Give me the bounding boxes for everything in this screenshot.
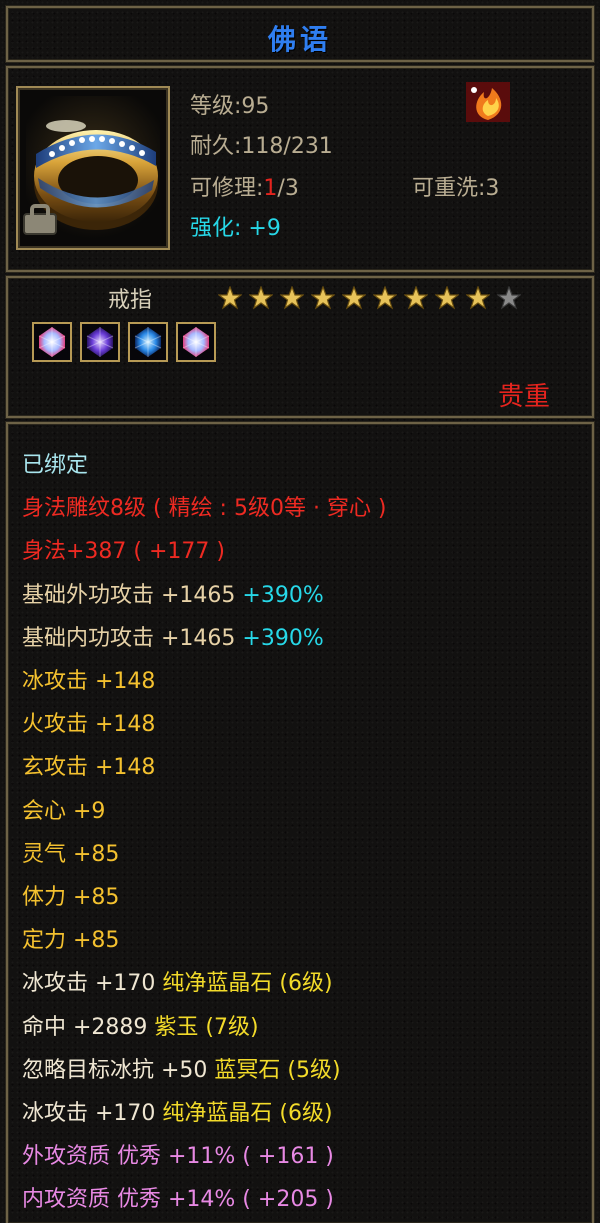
star-empty-icon [497, 286, 521, 310]
attribute-row: 冰攻击 +170 纯净蓝晶石 (6级) [22, 964, 333, 1004]
attribute-text: 会心 +9 [22, 798, 106, 824]
attribute-text: 玄攻击 +148 [22, 755, 156, 781]
rarity-label: 贵重 [498, 382, 551, 412]
attribute-row: 冰攻击 +170 纯净蓝晶石 (6级) [22, 1094, 333, 1134]
attribute-text: 外攻资质 优秀 +11% ( +161 ) [22, 1144, 334, 1170]
attribute-row: 内攻资质 优秀 +14% ( +205 ) [22, 1180, 334, 1220]
attribute-row: 身法雕纹8级 ( 精绘 : 5级0等 · 穿心 ) [22, 489, 387, 529]
attribute-text: 忽略目标冰抗 +50 [22, 1057, 215, 1083]
attribute-text: 基础外功攻击 +1465 [22, 582, 243, 608]
attribute-row: 玄攻击 +148 [22, 748, 155, 788]
attribute-text: +390% [242, 625, 324, 651]
star-filled-icon [466, 286, 490, 310]
item-title: 佛语 [267, 23, 332, 56]
attribute-row: 冰攻击 +148 [22, 662, 155, 702]
attribute-text: 命中 +2889 [22, 1014, 155, 1040]
item-type: 戒指 [108, 288, 153, 313]
attribute-text: 已绑定 [22, 453, 89, 478]
attribute-row: 外攻资质 优秀 +11% ( +161 ) [22, 1137, 334, 1177]
attribute-text: 内攻资质 优秀 +14% ( +205 ) [22, 1187, 334, 1213]
attribute-text: 纯净蓝晶石 (6级) [162, 1101, 333, 1126]
star-filled-icon [373, 286, 397, 310]
attribute-row: 灵气 +85 [22, 835, 119, 875]
item-level: 等级:95 [190, 94, 270, 119]
attribute-row: 会心 +9 [22, 792, 105, 832]
star-filled-icon [435, 286, 459, 310]
attribute-row: 身法+387 ( +177 ) [22, 532, 225, 572]
attribute-text: 火攻击 +148 [22, 712, 156, 738]
item-enhance: 强化: +9 [190, 210, 281, 242]
enhance-value: +9 [248, 216, 281, 241]
repair-label: 可修理: [190, 176, 264, 201]
gem-crystal-icon [32, 322, 72, 362]
attribute-row: 已绑定 [22, 446, 88, 486]
attribute-text: 体力 +85 [22, 885, 120, 910]
star-filled-icon [280, 286, 304, 310]
star-filled-icon [311, 286, 335, 310]
attribute-row: 体力 +85 [22, 878, 119, 918]
attribute-text: 冰攻击 +170 [22, 971, 163, 997]
attribute-text: 纯净蓝晶石 (6级) [162, 971, 333, 997]
item-tooltip: 佛语 等级:95 耐久:118/231 可修理:1/3 可重洗:3 强化: +9… [0, 0, 600, 1223]
attribute-row: 基础外功攻击 +1465 +390% [22, 576, 324, 616]
flame-badge-icon [466, 82, 510, 122]
item-rewash: 可重洗:3 [412, 176, 500, 201]
attribute-text: 身法雕纹8级 ( 精绘 : 5级0等 · 穿心 ) [22, 496, 387, 522]
attribute-text: 冰攻击 +170 [22, 1101, 163, 1126]
attribute-row: 命中 +2889 紫玉 (7级) [22, 1008, 259, 1048]
item-repair: 可修理:1/3 [190, 170, 299, 202]
gem-crystal-icon [176, 322, 216, 362]
attribute-text: 灵气 +85 [22, 841, 120, 867]
star-filled-icon [404, 286, 428, 310]
attribute-row: 忽略目标冰抗 +50 蓝冥石 (5级) [22, 1051, 341, 1091]
repair-max: /3 [277, 176, 299, 201]
attribute-text: 蓝冥石 (5级) [214, 1057, 341, 1083]
bound-lock-icon [23, 204, 57, 235]
attribute-text: 冰攻击 +148 [22, 669, 156, 694]
gem-blue-icon [128, 322, 168, 362]
star-filled-icon [249, 286, 273, 310]
attribute-row: 定力 +85 [22, 921, 119, 961]
item-durability: 耐久:118/231 [190, 134, 333, 159]
enhance-label: 强化: [190, 216, 242, 241]
attribute-row: 基础内功攻击 +1465 +390% [22, 619, 324, 659]
gem-violet-icon [80, 322, 120, 362]
attribute-row: 火攻击 +148 [22, 705, 155, 745]
attribute-text: 定力 +85 [22, 928, 120, 954]
repair-current: 1 [263, 176, 278, 201]
attribute-text: 身法+387 ( +177 ) [22, 539, 225, 565]
attribute-text: 基础内功攻击 +1465 [22, 625, 243, 651]
attribute-text: 紫玉 (7级) [154, 1014, 259, 1040]
star-filled-icon [342, 286, 366, 310]
star-filled-icon [218, 286, 242, 310]
attribute-text: +390% [242, 582, 324, 608]
